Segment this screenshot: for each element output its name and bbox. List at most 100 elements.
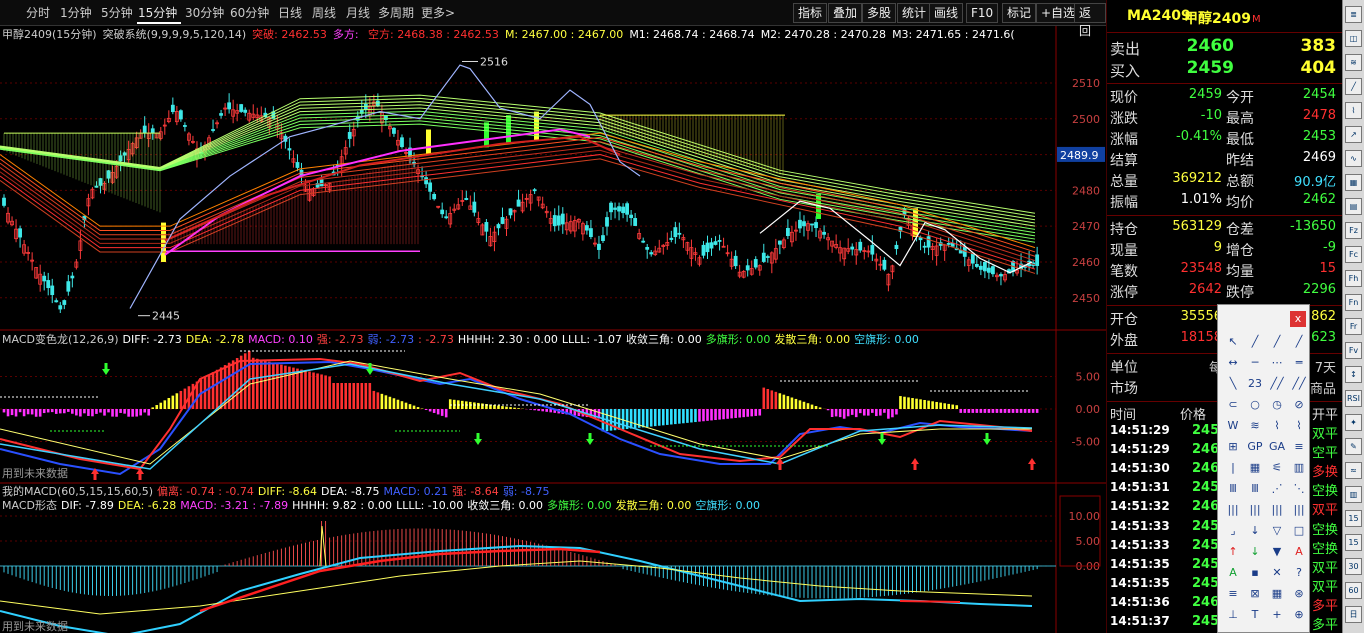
toolbar-button[interactable]: 统计 (897, 3, 932, 23)
draw-tool-icon[interactable]: ▦ (1268, 585, 1286, 603)
sidebar-tool-icon[interactable]: ▥ (1345, 486, 1362, 503)
sidebar-tool-icon[interactable]: Fn (1345, 294, 1362, 311)
toolbar-button[interactable]: 多股 (862, 3, 897, 23)
sidebar-tool-icon[interactable]: ↗ (1345, 126, 1362, 143)
toolbar-button[interactable]: 画线 (929, 3, 964, 23)
draw-tool-icon[interactable]: ▥ (1290, 459, 1308, 477)
period-tab[interactable]: 周线 (312, 4, 336, 22)
draw-tool-icon[interactable]: ⊘ (1290, 396, 1308, 414)
draw-tool-icon[interactable]: ⌇ (1290, 417, 1308, 435)
draw-tool-icon[interactable]: ⋯ (1268, 354, 1286, 372)
toolbar-button[interactable]: F10 (966, 3, 999, 23)
draw-tool-icon[interactable]: ||| (1268, 501, 1286, 519)
draw-tool-icon[interactable]: A (1290, 543, 1308, 561)
draw-tool-icon[interactable]: Ⅲ (1224, 480, 1242, 498)
draw-tool-icon[interactable]: ↑ (1224, 543, 1242, 561)
period-tab[interactable]: 月线 (346, 4, 370, 22)
toolbar-button[interactable]: 返回 (1074, 3, 1106, 38)
draw-tool-icon[interactable]: ╱╱ (1290, 375, 1308, 393)
draw-tool-icon[interactable]: GA (1268, 438, 1286, 456)
sidebar-tool-icon[interactable]: ↕ (1345, 366, 1362, 383)
sidebar-tool-icon[interactable]: ⌇ (1345, 102, 1362, 119)
sidebar-tool-icon[interactable]: ▦ (1345, 174, 1362, 191)
chart-area[interactable]: 25102500249024802470246024502489.9251624… (0, 26, 1106, 633)
sidebar-tool-icon[interactable]: ╱ (1345, 78, 1362, 95)
period-tab[interactable]: 多周期 (378, 4, 414, 22)
sidebar-tool-icon[interactable]: 60 (1345, 582, 1362, 599)
draw-tool-icon[interactable]: ⚟ (1268, 459, 1286, 477)
draw-tool-icon[interactable]: W (1224, 417, 1242, 435)
draw-tool-icon[interactable]: ⋰ (1268, 480, 1286, 498)
draw-tool-icon[interactable]: 23 (1246, 375, 1264, 393)
sidebar-tool-icon[interactable]: 15 (1345, 534, 1362, 551)
draw-tool-icon[interactable]: A (1224, 564, 1242, 582)
draw-tool-icon[interactable]: ≡ (1290, 438, 1308, 456)
period-tab[interactable]: 分时 (26, 4, 50, 22)
draw-tool-icon[interactable]: ╱ (1246, 333, 1264, 351)
draw-tool-icon[interactable]: ▪ (1246, 564, 1264, 582)
sidebar-tool-icon[interactable]: 30 (1345, 558, 1362, 575)
draw-tool-icon[interactable]: ▼ (1268, 543, 1286, 561)
draw-tool-icon[interactable]: ↔ (1224, 354, 1242, 372)
draw-tool-icon[interactable]: ╱╱ (1268, 375, 1286, 393)
period-tab[interactable]: 5分钟 (101, 4, 133, 22)
draw-tool-icon[interactable]: ○ (1246, 396, 1264, 414)
draw-tool-icon[interactable]: □ (1290, 522, 1308, 540)
sidebar-tool-icon[interactable]: ≈ (1345, 462, 1362, 479)
draw-tool-icon[interactable]: ▦ (1246, 459, 1264, 477)
draw-tool-icon[interactable]: ≡ (1224, 585, 1242, 603)
draw-tool-icon[interactable]: ⊛ (1290, 585, 1308, 603)
draw-tool-icon[interactable]: GP (1246, 438, 1264, 456)
draw-tool-icon[interactable]: ⊂ (1224, 396, 1242, 414)
draw-tool-icon[interactable]: ⊞ (1224, 438, 1242, 456)
sidebar-tool-icon[interactable]: Fc (1345, 246, 1362, 263)
toolbar-button[interactable]: 叠加 (828, 3, 863, 23)
sidebar-tool-icon[interactable]: ✦ (1345, 414, 1362, 431)
draw-tool-icon[interactable]: ⊠ (1246, 585, 1264, 603)
period-tab[interactable]: 1分钟 (60, 4, 92, 22)
sidebar-tool-icon[interactable]: Fz (1345, 222, 1362, 239)
sidebar-tool-icon[interactable]: Fv (1345, 342, 1362, 359)
draw-tool-icon[interactable]: ↖ (1224, 333, 1242, 351)
draw-tool-icon[interactable]: ✕ (1268, 564, 1286, 582)
sidebar-tool-icon[interactable]: Fr (1345, 318, 1362, 335)
period-tab[interactable]: 更多> (421, 4, 455, 22)
draw-tool-icon[interactable]: + (1268, 606, 1286, 624)
draw-tool-icon[interactable]: ⊕ (1290, 606, 1308, 624)
sidebar-tool-icon[interactable]: Fh (1345, 270, 1362, 287)
draw-tool-icon[interactable]: ↓ (1246, 522, 1264, 540)
draw-tool-icon[interactable]: ═ (1290, 354, 1308, 372)
sidebar-tool-icon[interactable]: ∿ (1345, 150, 1362, 167)
draw-tool-icon[interactable]: ⌇ (1268, 417, 1286, 435)
draw-tool-icon[interactable]: ▽ (1268, 522, 1286, 540)
draw-tool-icon[interactable]: ╲ (1224, 375, 1242, 393)
draw-tool-icon[interactable]: ||| (1224, 501, 1242, 519)
sidebar-tool-icon[interactable]: ≋ (1345, 54, 1362, 71)
draw-tool-icon[interactable]: ╱ (1290, 333, 1308, 351)
sidebar-tool-icon[interactable]: ≣ (1345, 6, 1362, 23)
period-tab[interactable]: 15分钟 (138, 4, 177, 22)
draw-tool-icon[interactable]: ─ (1246, 354, 1264, 372)
sidebar-tool-icon[interactable]: 日 (1345, 606, 1362, 623)
draw-tool-icon[interactable]: ⊥ (1224, 606, 1242, 624)
toolbar-button[interactable]: 指标 (793, 3, 828, 23)
draw-tool-icon[interactable]: T (1246, 606, 1264, 624)
draw-tool-icon[interactable]: ? (1290, 564, 1308, 582)
draw-tool-icon[interactable]: ╱ (1268, 333, 1286, 351)
close-icon[interactable]: x (1290, 311, 1306, 327)
period-tab[interactable]: 日线 (278, 4, 302, 22)
sidebar-tool-icon[interactable]: 15 (1345, 510, 1362, 527)
sidebar-tool-icon[interactable]: RSI (1345, 390, 1362, 407)
draw-tool-icon[interactable]: ≋ (1246, 417, 1264, 435)
sidebar-tool-icon[interactable]: ▤ (1345, 198, 1362, 215)
draw-tool-icon[interactable]: ||| (1290, 501, 1308, 519)
toolbar-button[interactable]: 标记 (1002, 3, 1037, 23)
period-tab[interactable]: 30分钟 (185, 4, 224, 22)
draw-tool-icon[interactable]: ||| (1246, 501, 1264, 519)
period-tab[interactable]: 60分钟 (230, 4, 269, 22)
draw-tool-icon[interactable]: ⋱ (1290, 480, 1308, 498)
sidebar-tool-icon[interactable]: ✎ (1345, 438, 1362, 455)
draw-tool-icon[interactable]: ⌟ (1224, 522, 1242, 540)
draw-tool-icon[interactable]: | (1224, 459, 1242, 477)
sidebar-tool-icon[interactable]: ◫ (1345, 30, 1362, 47)
